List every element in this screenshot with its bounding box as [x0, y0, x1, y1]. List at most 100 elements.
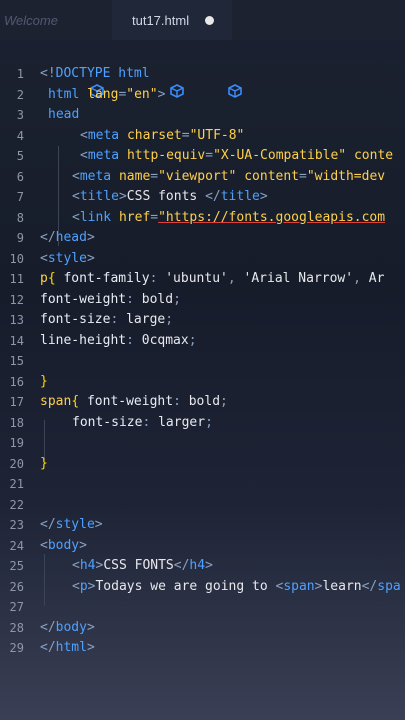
code-editor[interactable]: 1 <!DOCTYPE html 2 html lang="en"> 3 head 4 <me… [0, 62, 405, 720]
tab-tut17[interactable]: tut17.html [112, 0, 232, 40]
code-token: html [55, 640, 87, 655]
code-line[interactable]: 14 line-height: 0cqmax; [0, 331, 405, 351]
code-token: html [118, 66, 150, 81]
line-number: 24 [9, 538, 24, 553]
code-token: DOCTYPE [55, 66, 111, 81]
tab-welcome[interactable]: Welcome [4, 0, 58, 40]
code-text: font-size: large; [40, 310, 173, 330]
code-token: = [150, 209, 159, 225]
code-line[interactable]: 9 </head> [0, 228, 405, 248]
code-line[interactable]: 1 <!DOCTYPE html [0, 64, 405, 84]
code-line[interactable]: 3 head [0, 105, 405, 125]
code-line[interactable]: 4 <meta charset="UTF-8" [0, 126, 405, 146]
code-text: </head> [40, 228, 95, 248]
code-token: Todays we are going to [95, 578, 276, 594]
code-token: font-weight [86, 394, 174, 409]
code-token: < [72, 189, 80, 204]
code-token: large [126, 312, 166, 327]
code-line[interactable]: 28 </body> [0, 618, 405, 638]
code-token: font-size [72, 414, 143, 430]
code-token: > [86, 619, 95, 635]
code-token: ; [205, 414, 213, 430]
code-token: , [353, 271, 361, 286]
code-line[interactable]: 22 [0, 495, 405, 515]
code-line[interactable]: 19 [0, 433, 405, 453]
code-text: } [40, 372, 48, 392]
code-line[interactable]: 8 <link href="https://fonts.googleapis.co… [0, 208, 405, 228]
line-number: 12 [9, 292, 24, 307]
code-token: h4 [189, 558, 206, 573]
line-number: 2 [16, 87, 24, 102]
code-line[interactable]: 26 <p>Todays we are going to <span>learn<… [0, 577, 405, 597]
code-token: > [157, 86, 166, 102]
code-token: { [71, 394, 80, 409]
line-number: 5 [16, 149, 24, 163]
line-number: 22 [9, 497, 24, 512]
code-line[interactable]: 12 font-weight: bold; [0, 290, 405, 310]
code-token: <! [40, 66, 56, 81]
code-token: </ [40, 230, 56, 245]
code-token: 'Arial Narrow' [243, 271, 354, 286]
code-token: p [40, 271, 48, 286]
code-token: </ [361, 578, 378, 594]
code-line[interactable]: 13 font-size: large; [0, 310, 405, 330]
code-text: line-height: 0cqmax; [40, 331, 197, 351]
line-number: 23 [9, 518, 24, 532]
code-line[interactable]: 29 </html> [0, 638, 405, 658]
code-line[interactable]: 17 span{ font-weight: bold; [0, 392, 405, 412]
line-number: 10 [9, 251, 24, 266]
code-token: = [150, 168, 159, 184]
code-line[interactable]: 23 </style> [0, 515, 405, 535]
code-text: <p>Todays we are going to <span>learn</s… [72, 577, 401, 597]
code-token: < [40, 250, 48, 266]
tab-welcome-label: Welcome [4, 13, 58, 28]
code-token: charset [126, 127, 182, 143]
code-line[interactable]: 7 <title>CSS fonts </title> [0, 187, 405, 207]
code-line[interactable]: 11 p{ font-family: 'ubuntu', 'Arial Narro… [0, 269, 405, 289]
code-line[interactable]: 6 <meta name="viewport" content="width=de… [0, 167, 405, 187]
code-line[interactable]: 20} [0, 454, 405, 474]
code-token: ; [188, 332, 197, 348]
code-token: > [259, 189, 268, 204]
code-line[interactable]: 24 <body> [0, 536, 405, 556]
code-token: CSS FONTS [103, 558, 174, 573]
code-line[interactable]: 21 [0, 474, 405, 494]
code-token: } [40, 455, 48, 471]
code-token: ; [173, 291, 181, 307]
code-line[interactable]: 27 [0, 597, 405, 617]
code-line[interactable]: 15 [0, 351, 405, 371]
code-text: </style> [40, 515, 103, 535]
code-line[interactable]: 2 html lang="en"> [0, 85, 405, 105]
code-text: <style> [40, 249, 95, 269]
code-token: 0cqmax [141, 332, 189, 348]
code-token: content [244, 168, 300, 184]
line-number: 17 [9, 395, 24, 409]
line-number: 16 [9, 374, 24, 389]
code-token: "X-UA-Compatible" [213, 148, 347, 163]
code-token: "UTF-8" [189, 127, 245, 143]
code-token: ; [165, 312, 174, 327]
code-line[interactable]: 10 <style> [0, 249, 405, 269]
code-line[interactable]: 16} [0, 372, 405, 392]
code-token: span [283, 578, 315, 594]
code-token: : [126, 332, 134, 348]
line-number: 8 [16, 210, 24, 225]
code-token: bold [188, 394, 221, 409]
code-token: larger [158, 414, 206, 430]
code-token: < [40, 537, 48, 553]
code-line[interactable]: 25 <h4>CSS FONTS</h4> [0, 556, 405, 576]
code-token: meta [79, 168, 112, 184]
code-token: meta [87, 127, 120, 143]
code-token: } [40, 373, 48, 389]
code-line[interactable]: 5 <meta http-equiv="X-UA-Compatible" cont… [0, 146, 405, 166]
unsaved-dot-icon[interactable] [205, 16, 214, 25]
code-token: > [86, 640, 95, 655]
code-line[interactable]: 18 font-size: larger; [0, 413, 405, 433]
tab-tut17-label: tut17.html [132, 13, 190, 28]
code-token: title [79, 189, 119, 204]
code-token: http-equiv [126, 148, 206, 163]
code-text: <meta http-equiv="X-UA-Compatible" conte [80, 146, 393, 166]
line-number: 29 [9, 641, 24, 655]
code-token: > [86, 230, 95, 245]
